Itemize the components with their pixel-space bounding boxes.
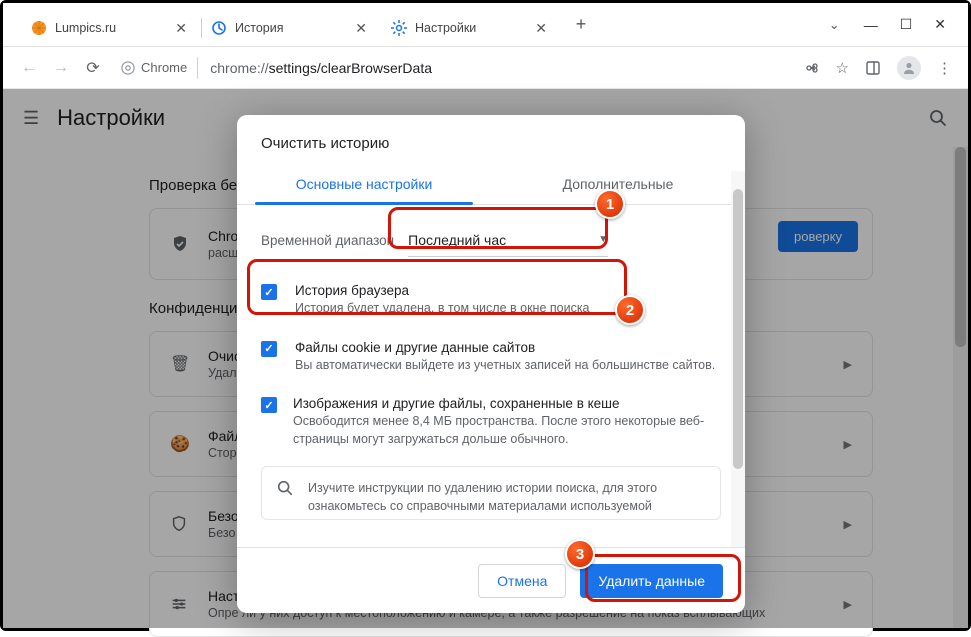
info-text: Изучите инструкции по удалению истории п… xyxy=(308,479,706,515)
dialog-tabs: Основные настройки Дополнительные xyxy=(237,166,745,205)
checkbox-cookies[interactable]: ✓ xyxy=(261,341,277,357)
opt-title: Файлы cookie и другие данные сайтов xyxy=(295,340,715,355)
time-range-label: Временной диапазон xyxy=(261,233,394,248)
tab-settings[interactable]: Настройки ✕ xyxy=(381,10,561,46)
checkbox-history[interactable]: ✓ xyxy=(261,284,277,300)
tab-strip: Lumpics.ru ✕ История ✕ Настройки ✕ + xyxy=(3,3,819,46)
option-cache[interactable]: ✓ Изображения и другие файлы, сохраненны… xyxy=(261,386,721,460)
chrome-icon xyxy=(121,61,135,75)
window-controls: — ☐ ✕ xyxy=(850,3,968,46)
maximize-icon[interactable]: ☐ xyxy=(900,16,913,33)
option-cookies[interactable]: ✓ Файлы cookie и другие данные сайтов Вы… xyxy=(261,330,721,387)
tab-label: История xyxy=(235,21,283,35)
dialog-footer: Отмена Удалить данные xyxy=(237,547,745,613)
back-icon[interactable]: ← xyxy=(19,59,39,77)
address-bar: ← → ⟳ Chrome chrome://settings/clearBrow… xyxy=(3,47,968,89)
caret-down-icon: ▼ xyxy=(598,234,608,245)
delete-data-button[interactable]: Удалить данные xyxy=(580,564,723,598)
tab-basic[interactable]: Основные настройки xyxy=(237,166,491,204)
new-tab-button[interactable]: + xyxy=(567,11,595,39)
close-window-icon[interactable]: ✕ xyxy=(934,16,946,33)
gear-icon xyxy=(391,20,407,36)
opt-desc: История будет удалена, в том числе в окн… xyxy=(295,300,590,318)
window-titlebar: Lumpics.ru ✕ История ✕ Настройки ✕ + ⌄ —… xyxy=(3,3,968,47)
annotation-badge-2: 2 xyxy=(615,295,645,325)
dialog-scrollbar[interactable] xyxy=(731,171,745,547)
bookmark-icon[interactable]: ☆ xyxy=(836,59,849,77)
cancel-button[interactable]: Отмена xyxy=(478,564,566,598)
tab-label: Lumpics.ru xyxy=(55,21,116,35)
time-range-value: Последний час xyxy=(408,232,506,248)
dialog-body: Временной диапазон Последний час ▼ ✓ Ист… xyxy=(237,205,745,547)
time-range-select[interactable]: Последний час ▼ xyxy=(408,223,608,257)
tab-history[interactable]: История ✕ xyxy=(201,10,381,46)
close-icon[interactable]: ✕ xyxy=(175,21,187,35)
dialog-title: Очистить историю xyxy=(237,115,745,166)
opt-title: История браузера xyxy=(295,283,590,298)
minimize-icon[interactable]: — xyxy=(864,17,878,33)
tab-label: Настройки xyxy=(415,21,476,35)
profile-avatar[interactable] xyxy=(897,56,921,80)
menu-icon[interactable]: ⋮ xyxy=(937,59,952,77)
close-icon[interactable]: ✕ xyxy=(535,21,547,35)
reload-icon[interactable]: ⟳ xyxy=(83,58,103,78)
checkbox-cache[interactable]: ✓ xyxy=(261,397,277,413)
tabs-dropdown-icon[interactable]: ⌄ xyxy=(829,17,840,33)
close-icon[interactable]: ✕ xyxy=(355,21,367,35)
forward-icon[interactable]: → xyxy=(51,59,71,77)
url-display[interactable]: chrome://settings/clearBrowserData xyxy=(210,60,791,76)
annotation-badge-3: 3 xyxy=(565,539,595,569)
opt-title: Изображения и другие файлы, сохраненные … xyxy=(293,396,721,411)
sidepanel-icon[interactable] xyxy=(865,60,881,76)
history-icon xyxy=(211,20,227,36)
opt-desc: Освободится менее 8,4 МБ пространства. П… xyxy=(293,413,721,448)
orange-icon xyxy=(31,20,47,36)
option-browsing-history[interactable]: ✓ История браузера История будет удалена… xyxy=(261,273,721,330)
origin-chip[interactable]: Chrome xyxy=(115,57,198,79)
opt-desc: Вы автоматически выйдете из учетных запи… xyxy=(295,357,715,375)
info-box: Изучите инструкции по удалению истории п… xyxy=(261,466,721,520)
scrollbar-thumb[interactable] xyxy=(733,189,743,469)
chip-label: Chrome xyxy=(141,60,187,75)
share-icon[interactable] xyxy=(804,60,820,76)
search-icon xyxy=(276,479,294,497)
annotation-badge-1: 1 xyxy=(595,189,625,219)
clear-data-dialog: Очистить историю Основные настройки Допо… xyxy=(237,115,745,613)
tab-lumpics[interactable]: Lumpics.ru ✕ xyxy=(21,10,201,46)
